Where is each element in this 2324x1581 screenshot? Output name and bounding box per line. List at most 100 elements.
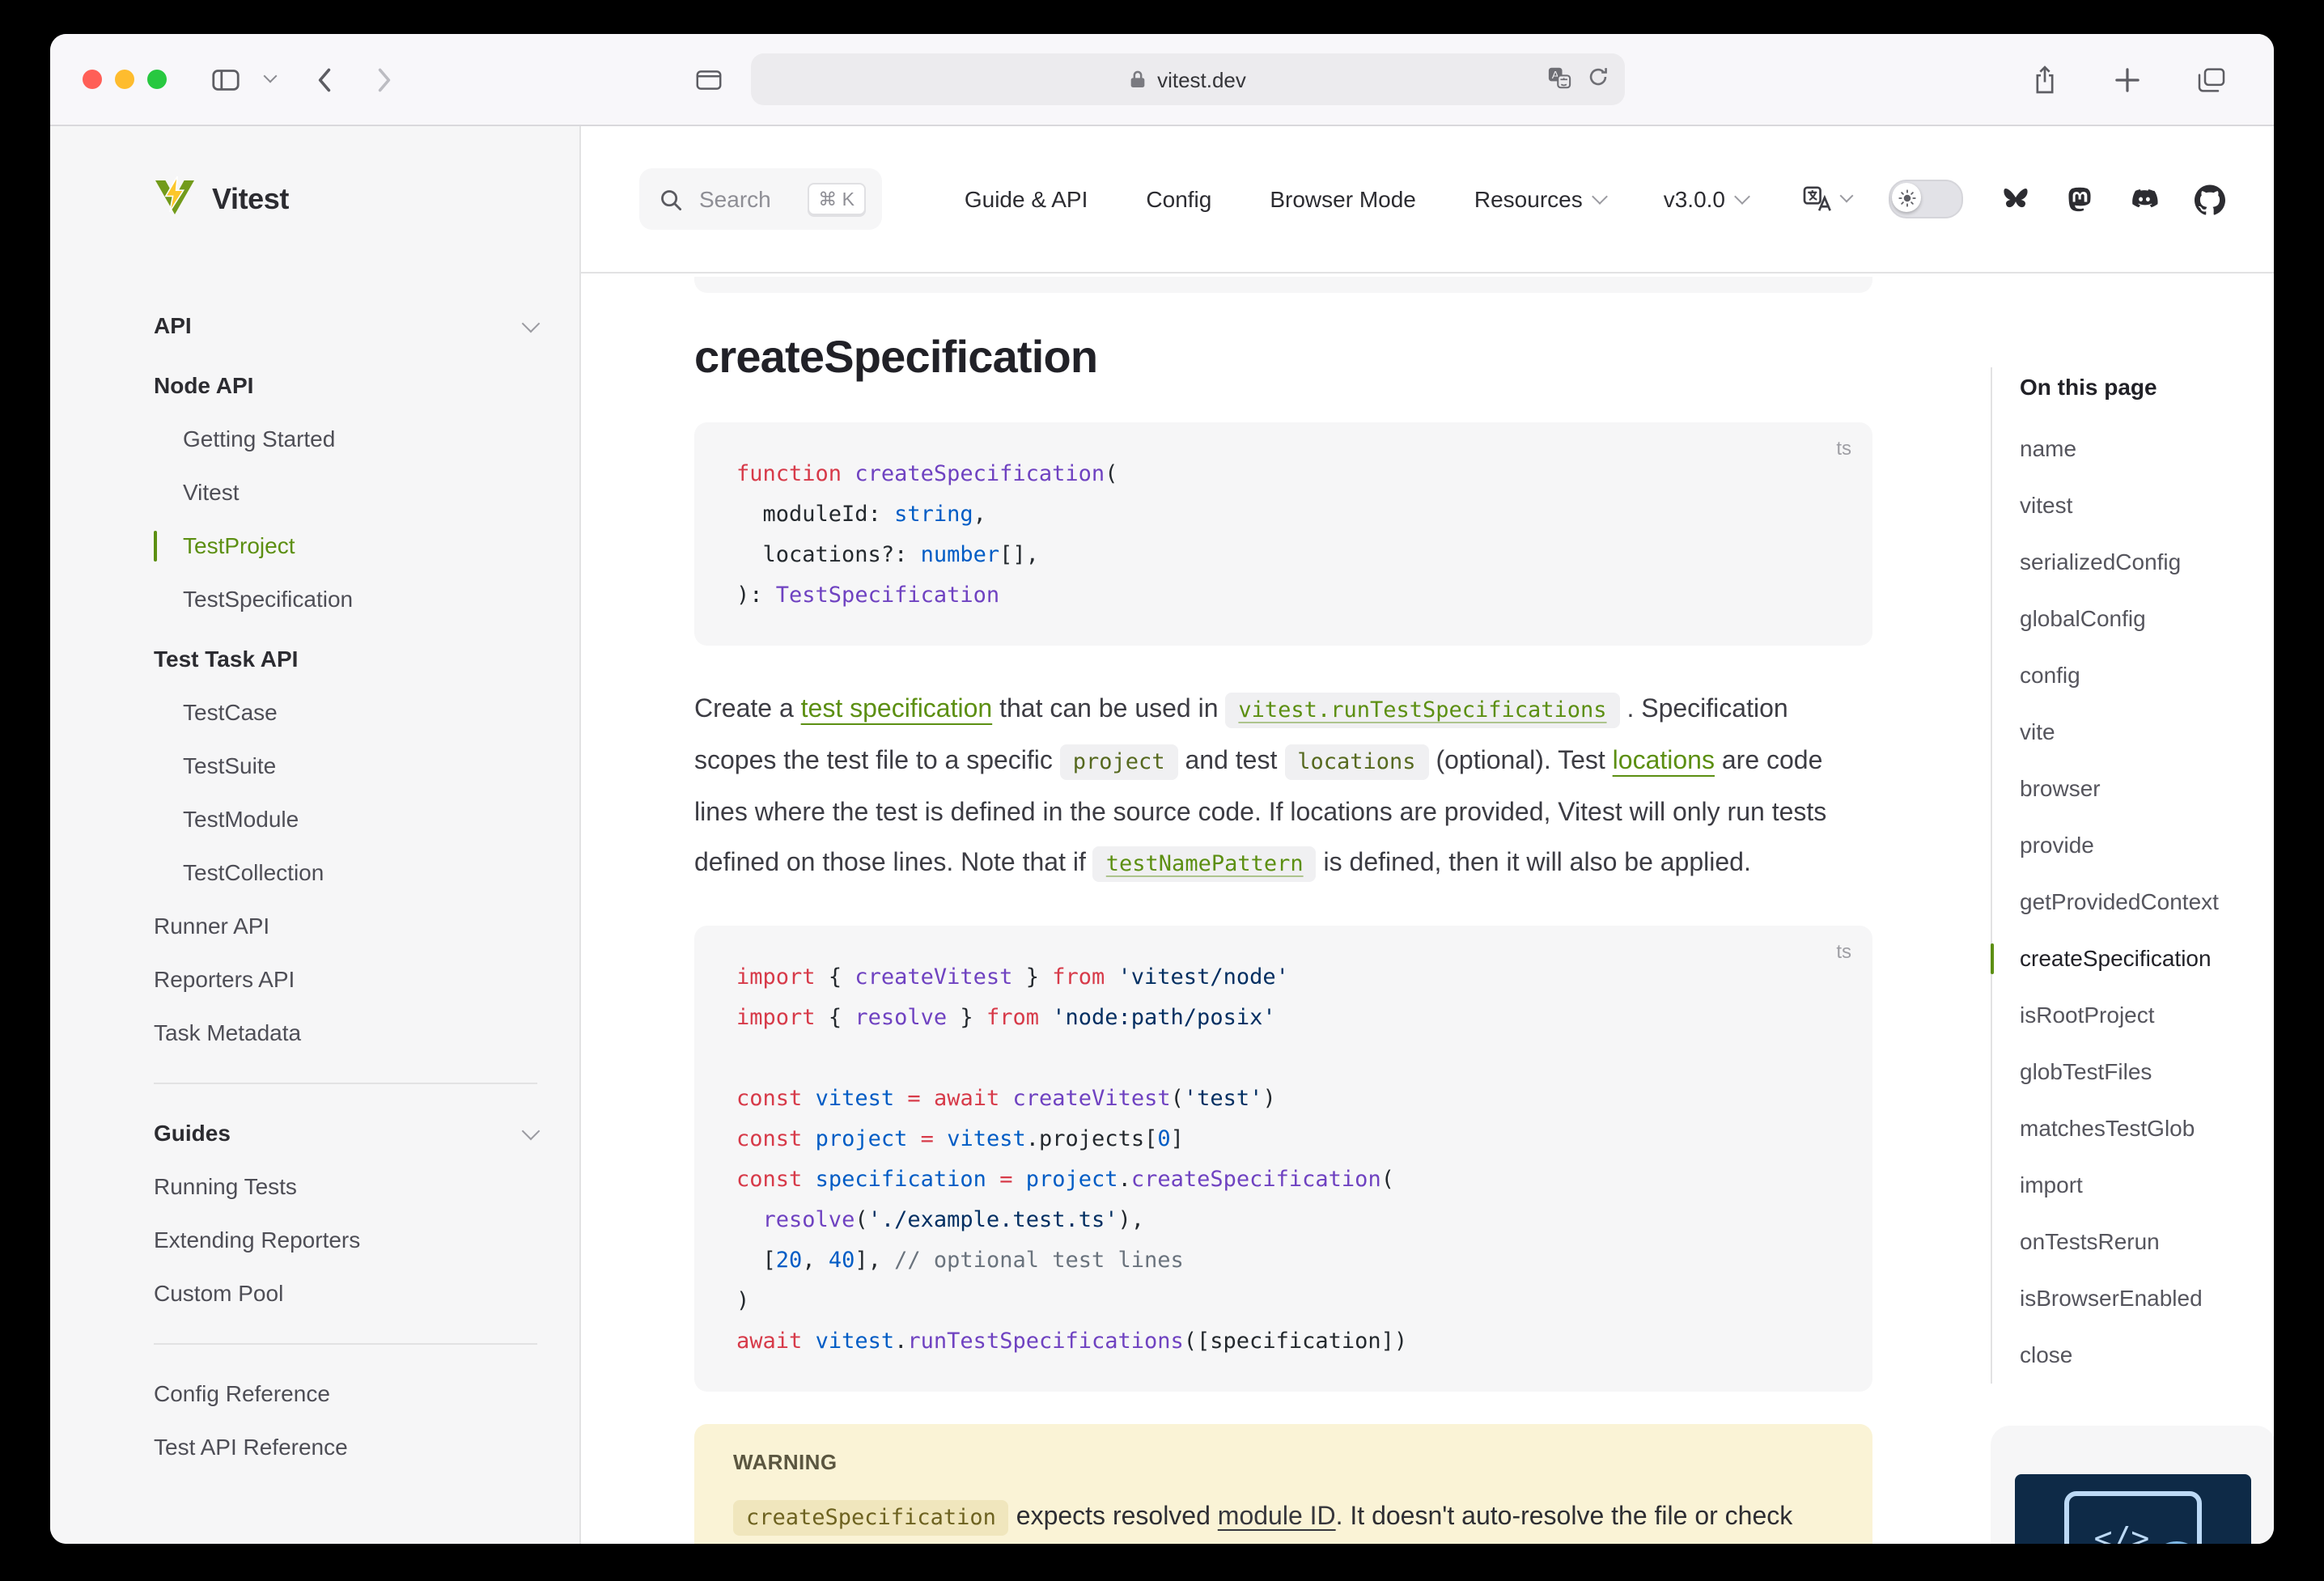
sidebar-item-testmodule[interactable]: TestModule [154, 793, 537, 846]
outline-item-createspecification[interactable]: createSpecification [2020, 930, 2274, 987]
traffic-minimize-button[interactable] [115, 70, 134, 89]
sidebar-group-api[interactable]: API [154, 299, 537, 353]
menu-item-resources[interactable]: Resources [1474, 186, 1605, 212]
outline-item-matchestestglob[interactable]: matchesTestGlob [2020, 1100, 2274, 1157]
outline-item-provide[interactable]: provide [2020, 817, 2274, 874]
menu-item-label: Browser Mode [1270, 186, 1416, 212]
new-tab-button[interactable] [2109, 61, 2146, 98]
back-button[interactable] [311, 61, 338, 98]
sidebar-item-vitest[interactable]: Vitest [154, 466, 537, 519]
sidebar-toggle-button[interactable] [206, 62, 246, 96]
outline-item-name[interactable]: name [2020, 421, 2274, 477]
page-title: createSpecification [694, 328, 1872, 387]
outline-item-globtestfiles[interactable]: globTestFiles [2020, 1044, 2274, 1100]
sidebar-group-guides[interactable]: Guides [154, 1107, 537, 1160]
menu-item-guide-api[interactable]: Guide & API [965, 186, 1088, 212]
chevron-down-icon [1592, 188, 1608, 204]
bluesky-link[interactable] [2000, 184, 2031, 214]
menu-item-v3-0-0[interactable]: v3.0.0 [1664, 186, 1748, 212]
code-line: import { resolve } from 'node:path/posix… [694, 998, 1872, 1039]
menu-item-label: Resources [1474, 186, 1583, 212]
page-appearance-button[interactable] [689, 62, 728, 96]
previous-code-block-edge [694, 277, 1872, 293]
share-button[interactable] [2026, 57, 2063, 101]
mastodon-link[interactable] [2065, 184, 2094, 214]
outline-item-close[interactable]: close [2020, 1327, 2274, 1384]
ad-image: </> [2015, 1474, 2251, 1544]
theme-toggle[interactable] [1889, 180, 1963, 218]
tab-overview-button[interactable] [2191, 61, 2232, 98]
sponsor-card[interactable]: </> [1991, 1426, 2274, 1544]
github-link[interactable] [2195, 184, 2225, 214]
code-line: const specification = project.createSpec… [694, 1160, 1872, 1201]
search-button[interactable]: Search ⌘ K [639, 168, 882, 230]
sidebar-item-extending-reporters[interactable]: Extending Reporters [154, 1214, 537, 1267]
forward-button[interactable] [371, 61, 398, 98]
discord-icon [2128, 186, 2161, 212]
outline-item-vitest[interactable]: vitest [2020, 477, 2274, 534]
chevron-down-icon [1840, 189, 1854, 203]
doc-sidebar: Vitest APINode APIGetting StartedVitestT… [50, 126, 581, 1544]
outline-item-getprovidedcontext[interactable]: getProvidedContext [2020, 874, 2274, 930]
outline-item-config[interactable]: config [2020, 647, 2274, 704]
code-lang-label: ts [1836, 940, 1851, 963]
doc-link-test-specification[interactable]: test specification [801, 696, 993, 723]
sidebar-item-getting-started[interactable]: Getting Started [154, 413, 537, 466]
traffic-zoom-button[interactable] [147, 70, 167, 89]
address-bar[interactable]: vitest.dev A [751, 53, 1625, 105]
url-text: vitest.dev [1157, 67, 1246, 91]
menu-item-config[interactable]: Config [1146, 186, 1211, 212]
chevron-down-icon [522, 1121, 541, 1140]
sidebar-item-testcollection[interactable]: TestCollection [154, 846, 537, 900]
sidebar-item-reporters-api[interactable]: Reporters API [154, 953, 537, 1007]
translate-button[interactable]: A [1547, 66, 1571, 93]
discord-link[interactable] [2128, 186, 2161, 212]
forward-icon [377, 67, 392, 91]
tab-group-chevron-button[interactable] [259, 71, 282, 87]
mastodon-icon [2065, 184, 2094, 214]
outline-item-isrootproject[interactable]: isRootProject [2020, 987, 2274, 1044]
outline-item-isbrowserenabled[interactable]: isBrowserEnabled [2020, 1270, 2274, 1327]
sidebar-section-test-task-api[interactable]: Test Task API [154, 633, 537, 686]
sidebar-section-node-api[interactable]: Node API [154, 359, 537, 413]
outline-item-serializedconfig[interactable]: serializedConfig [2020, 534, 2274, 591]
outline-item-ontestsrerun[interactable]: onTestsRerun [2020, 1214, 2274, 1270]
code-line: function createSpecification( [694, 455, 1872, 495]
outline-item-globalconfig[interactable]: globalConfig [2020, 591, 2274, 647]
code-lines: function createSpecification( moduleId: … [694, 455, 1872, 617]
outline-list: namevitestserializedConfigglobalConfigco… [2020, 421, 2274, 1384]
doc-link-locations[interactable]: locations [1613, 748, 1715, 775]
inline-code: project [1060, 744, 1178, 780]
doc-body: createSpecification ts function createSp… [694, 273, 1872, 1544]
sidebar-item-testspecification[interactable]: TestSpecification [154, 573, 537, 626]
sidebar-item-custom-pool[interactable]: Custom Pool [154, 1267, 537, 1320]
lock-icon [1130, 70, 1146, 89]
sidebar-item-testcase[interactable]: TestCase [154, 686, 537, 740]
sidebar-item-task-metadata[interactable]: Task Metadata [154, 1007, 537, 1060]
inline-code-link[interactable]: testNamePattern [1093, 846, 1317, 882]
inline-code-link[interactable]: vitest.runTestSpecifications [1225, 693, 1619, 728]
sidebar-item-testproject[interactable]: TestProject [154, 519, 537, 573]
sidebar-item-testsuite[interactable]: TestSuite [154, 740, 537, 793]
outline-item-vite[interactable]: vite [2020, 704, 2274, 761]
sidebar-item-running-tests[interactable]: Running Tests [154, 1160, 537, 1214]
outline-item-import[interactable]: import [2020, 1157, 2274, 1214]
code-line: moduleId: string, [694, 495, 1872, 536]
bluesky-icon [2000, 184, 2031, 214]
sidebar-group-label: API [154, 299, 192, 353]
outline-title: On this page [2020, 367, 2274, 408]
outline-item-browser[interactable]: browser [2020, 761, 2274, 817]
menu-item-browser-mode[interactable]: Browser Mode [1270, 186, 1416, 212]
site-navbar: Search ⌘ K Guide & API Config Browser Mode… [581, 126, 2274, 273]
sidebar-item-config-reference[interactable]: Config Reference [154, 1367, 537, 1421]
sidebar-item-test-api-reference[interactable]: Test API Reference [154, 1421, 537, 1474]
theme-toggle-knob [1892, 183, 1921, 212]
sidebar-item-runner-api[interactable]: Runner API [154, 900, 537, 953]
sidebar-nav: API Node APIGetting StartedVitestTestProj… [154, 299, 537, 1474]
sidebar-group-label: Guides [154, 1107, 231, 1160]
traffic-close-button[interactable] [83, 70, 102, 89]
doc-link-module-id[interactable]: module ID [1218, 1503, 1336, 1531]
reload-button[interactable] [1588, 66, 1609, 92]
language-button[interactable] [1803, 186, 1851, 212]
site-logo[interactable]: Vitest [154, 175, 537, 225]
